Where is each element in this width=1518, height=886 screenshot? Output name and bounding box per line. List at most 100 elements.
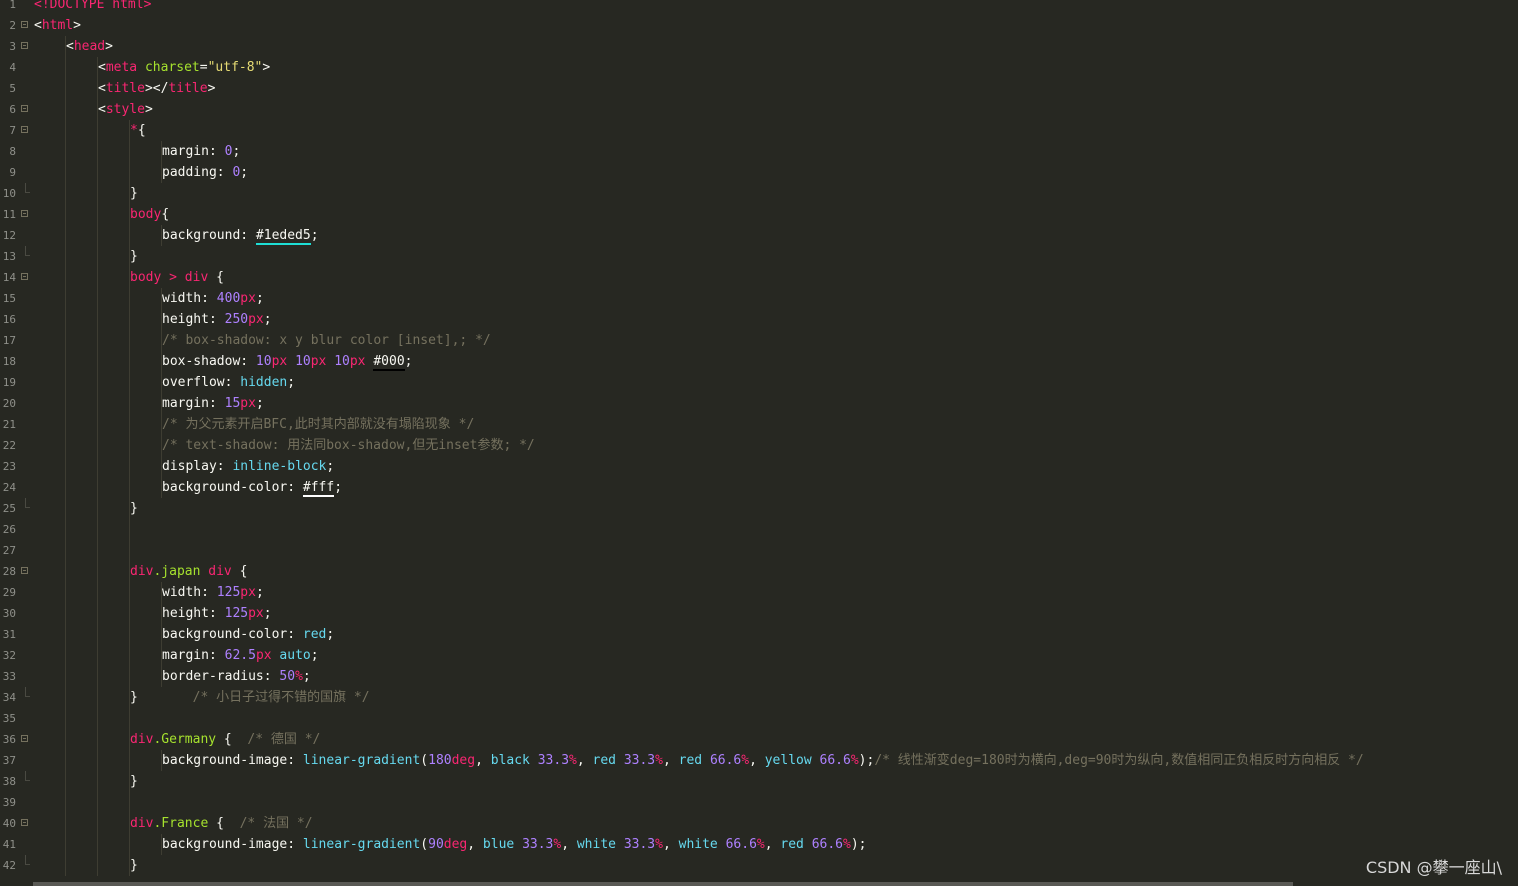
indent-guide [129,708,130,729]
code-line[interactable]: 11 body{ [0,204,1518,225]
code-token: .France [153,816,209,831]
indent-guide [97,288,98,309]
code-line[interactable]: 31 background-color: red; [0,624,1518,645]
code-line[interactable]: 17 /* box-shadow: x y blur color [inset],… [0,330,1518,351]
code-token: white [678,837,718,852]
code-line[interactable]: 35 [0,708,1518,729]
code-token: 33.3 [623,753,656,768]
code-line[interactable]: 39 [0,792,1518,813]
code-text: margin: 15px; [162,393,264,414]
code-line[interactable]: 14 body > div { [0,267,1518,288]
fold-toggle-icon[interactable] [21,210,28,217]
code-line[interactable]: 18 box-shadow: 10px 10px 10px #000; [0,351,1518,372]
code-line[interactable]: 16 height: 250px; [0,309,1518,330]
code-token: 250 [224,312,249,327]
code-line[interactable]: 1 <!DOCTYPE html> [0,0,1518,15]
line-number: 2 [9,19,16,32]
code-line[interactable]: 5 <title></title> [0,78,1518,99]
code-token: = [199,60,208,75]
code-line[interactable]: 42} [0,855,1518,876]
code-line[interactable]: 34} /* 小日子过得不错的国旗 */ [0,687,1518,708]
code-token: ; [310,228,319,243]
code-line[interactable]: 27 [0,540,1518,561]
code-line[interactable]: 9 padding: 0; [0,162,1518,183]
code-line[interactable]: 2 <html> [0,15,1518,36]
indent-guide [97,603,98,624]
code-line[interactable]: 37 background-image: linear-gradient(180d… [0,750,1518,771]
code-line[interactable]: 8 margin: 0; [0,141,1518,162]
code-token: border-radius: [162,669,280,684]
indent-guide [65,771,66,792]
code-token: , [764,837,781,852]
code-token: 10 [295,354,311,369]
indent-guide [97,225,98,246]
code-text: *{ [130,120,146,141]
code-line[interactable]: 7 *{ [0,120,1518,141]
code-line[interactable]: 40 div.France { /* 法国 */ [0,813,1518,834]
line-number: 8 [9,145,16,158]
code-line[interactable]: 36 div.Germany { /* 德国 */ [0,729,1518,750]
code-token: < [66,39,74,54]
code-line[interactable]: 4 <meta charset="utf-8"> [0,57,1518,78]
code-line[interactable]: 25} [0,498,1518,519]
code-text: <head> [66,36,113,57]
code-line[interactable]: 29 width: 125px; [0,582,1518,603]
code-token: ; [302,669,311,684]
code-token: padding: [162,165,233,180]
fold-toggle-icon[interactable] [21,21,28,28]
code-line[interactable]: 15 width: 400px; [0,288,1518,309]
code-line[interactable]: 30 height: 125px; [0,603,1518,624]
horizontal-scrollbar[interactable] [33,882,1293,886]
code-line[interactable]: 24 background-color: #fff; [0,477,1518,498]
fold-toggle-icon[interactable] [21,567,28,574]
indent-guide [65,792,66,813]
code-line[interactable]: 19 overflow: hidden; [0,372,1518,393]
indent-guide [97,414,98,435]
code-token: height: [162,312,225,327]
fold-toggle-icon[interactable] [21,105,28,112]
code-line[interactable]: 21 /* 为父元素开启BFC,此时其内部就没有塌陷现象 */ [0,414,1518,435]
code-token: px [240,585,256,600]
code-token: ; [263,312,272,327]
code-line[interactable]: 26 [0,519,1518,540]
indent-guide [65,246,66,267]
indent-guide [97,708,98,729]
line-number: 14 [2,271,16,284]
code-token: background-image: [162,837,303,852]
code-line[interactable]: 22 /* text-shadow: 用法同box-shadow,但无inset参… [0,435,1518,456]
code-line[interactable]: 32 margin: 62.5px auto; [0,645,1518,666]
code-token: 33.3 [537,753,570,768]
code-token: /* 德国 */ [247,732,321,747]
code-line[interactable]: 28 div.japan div { [0,561,1518,582]
code-token: } [130,249,138,264]
code-editor[interactable]: 1 <!DOCTYPE html> 2 <html> 3 <head> 4 <meta cha… [0,0,1518,886]
fold-toggle-icon[interactable] [21,735,28,742]
fold-toggle-icon[interactable] [21,42,28,49]
code-line[interactable]: 20 margin: 15px; [0,393,1518,414]
code-line[interactable]: 23 display: inline-block; [0,456,1518,477]
line-number: 27 [2,544,16,557]
code-line[interactable]: 33 border-radius: 50%; [0,666,1518,687]
indent-guide [97,666,98,687]
indent-guide [129,351,130,372]
code-token: ; [326,627,335,642]
code-line[interactable]: 6 <style> [0,99,1518,120]
code-line[interactable]: 10} [0,183,1518,204]
code-line[interactable]: 41 background-image: linear-gradient(90de… [0,834,1518,855]
indent-guide [65,561,66,582]
fold-toggle-icon[interactable] [21,819,28,826]
fold-toggle-icon[interactable] [21,273,28,280]
code-text: /* text-shadow: 用法同box-shadow,但无inset参数;… [162,435,535,456]
code-text: <style> [98,99,153,120]
code-token: background-color: [162,480,303,495]
line-number: 37 [2,754,16,767]
indent-guide [129,414,130,435]
code-token: 15 [224,396,241,411]
fold-toggle-icon[interactable] [21,126,28,133]
code-line[interactable]: 13} [0,246,1518,267]
code-line[interactable]: 38} [0,771,1518,792]
code-token: yellow [764,753,812,768]
code-line[interactable]: 3 <head> [0,36,1518,57]
code-line[interactable]: 12 background: #1eded5; [0,225,1518,246]
